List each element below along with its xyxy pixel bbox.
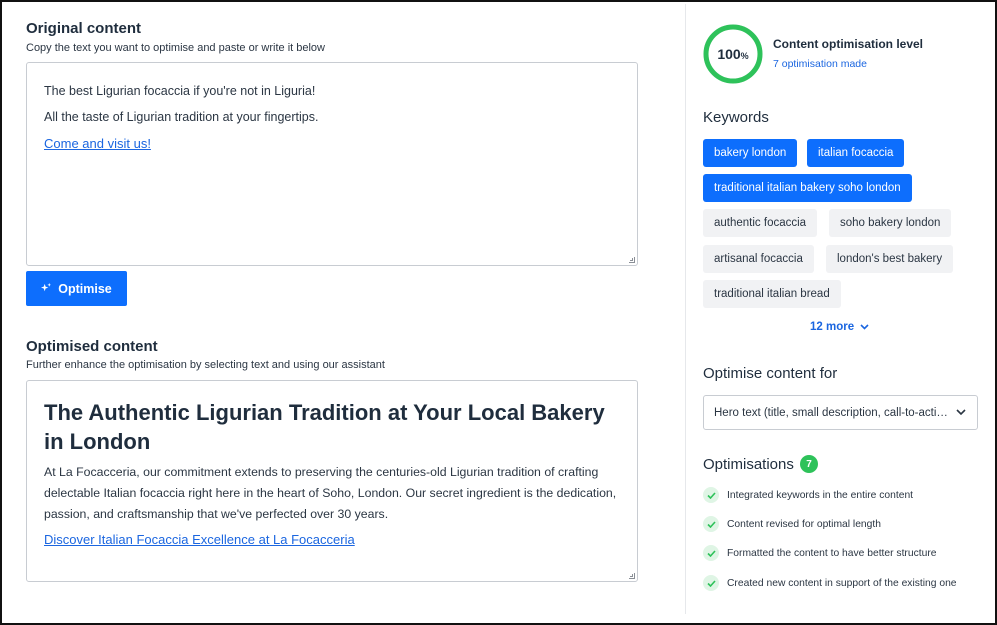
optimise-for-selected-value: Hero text (title, small description, cal… <box>714 406 950 419</box>
keyword-chip[interactable]: traditional italian bread <box>703 280 841 308</box>
keyword-chip[interactable]: bakery london <box>703 139 798 167</box>
keyword-chip[interactable]: authentic focaccia <box>703 209 818 237</box>
original-line-2: All the taste of Ligurian tradition at y… <box>44 110 319 124</box>
optimisation-item-label: Content revised for optimal length <box>727 518 881 530</box>
optimised-cta-link[interactable]: Discover Italian Focaccia Excellence at … <box>44 532 355 547</box>
keyword-chip[interactable]: italian focaccia <box>807 139 905 167</box>
keyword-chip[interactable]: soho bakery london <box>829 209 952 237</box>
optimised-paragraph-line-1: At La Focacceria, our commitment extends… <box>44 465 599 479</box>
column-divider <box>685 4 686 614</box>
original-content-subtitle: Copy the text you want to optimise and p… <box>26 42 325 54</box>
optimisation-item: Integrated keywords in the entire conten… <box>703 487 913 503</box>
chevron-down-icon <box>860 324 869 330</box>
optimisation-score-value: 100 <box>717 46 741 62</box>
keyword-chip[interactable]: traditional italian bakery soho london <box>703 174 912 202</box>
optimised-heading-line-2: in London <box>44 429 151 454</box>
optimised-heading-line-1: The Authentic Ligurian Tradition at Your… <box>44 400 605 425</box>
chevron-down-icon <box>956 409 966 416</box>
optimise-button[interactable]: Optimise <box>26 271 127 306</box>
optimisation-item-label: Formatted the content to have better str… <box>727 547 937 559</box>
sparkle-icon <box>41 283 52 292</box>
optimisation-score: 100% <box>702 23 764 85</box>
optimise-for-select[interactable]: Hero text (title, small description, cal… <box>703 395 978 430</box>
optimisation-item: Created new content in support of the ex… <box>703 575 957 591</box>
optimisation-item-label: Integrated keywords in the entire conten… <box>727 489 914 501</box>
show-more-label: 12 more <box>810 321 855 333</box>
original-line-1: The best Ligurian focaccia if you're not… <box>44 84 316 98</box>
optimisations-count-badge: 7 <box>800 455 818 473</box>
optimised-content-editor[interactable]: The Authentic Ligurian Tradition at Your… <box>26 380 638 582</box>
original-content-title: Original content <box>26 20 142 37</box>
keyword-chip[interactable]: artisanal focaccia <box>703 245 814 273</box>
optimised-content-subtitle: Further enhance the optimisation by sele… <box>26 359 385 371</box>
optimisation-item: Formatted the content to have better str… <box>703 545 936 561</box>
keywords-title: Keywords <box>703 109 769 126</box>
check-icon <box>703 545 719 561</box>
check-icon <box>703 487 719 503</box>
optimised-content-title: Optimised content <box>26 338 158 355</box>
check-icon <box>703 575 719 591</box>
textarea-resize-handle[interactable] <box>629 257 635 263</box>
app-frame: Original content Copy the text you want … <box>0 0 997 625</box>
optimise-button-label: Optimise <box>58 281 112 296</box>
optimisation-item-label: Created new content in support of the ex… <box>727 577 957 589</box>
show-more-keywords-button[interactable]: 12 more <box>810 321 869 333</box>
optimisation-score-unit: % <box>740 50 749 61</box>
optimised-paragraph-line-3: passion, and craftsmanship that we've pe… <box>44 507 389 521</box>
optimisation-level-label: Content optimisation level <box>773 37 924 51</box>
optimisations-made-link[interactable]: 7 optimisation made <box>773 58 867 70</box>
editor-resize-handle[interactable] <box>629 573 635 579</box>
optimised-paragraph-line-2: delectable Italian focaccia right here i… <box>44 486 617 500</box>
optimisations-title: Optimisations <box>703 456 794 473</box>
optimise-for-title: Optimise content for <box>703 365 838 382</box>
original-content-textarea[interactable]: The best Ligurian focaccia if you're not… <box>26 62 638 266</box>
keyword-chip[interactable]: london's best bakery <box>826 245 954 273</box>
check-icon <box>703 516 719 532</box>
original-cta-link[interactable]: Come and visit us! <box>44 136 151 151</box>
optimisation-item: Content revised for optimal length <box>703 516 881 532</box>
